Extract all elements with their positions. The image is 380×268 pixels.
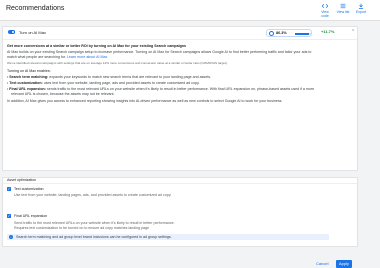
info-text: Search term matching and ad group level …	[16, 235, 172, 239]
cancel-button[interactable]: Cancel	[316, 261, 328, 266]
info-banner: i Search term matching and ad group leve…	[7, 234, 329, 240]
card-header: Turn on AI Max 86.3% +11.7% ⌃	[3, 27, 357, 40]
ai-max-toggle[interactable]	[8, 30, 15, 34]
recommendation-card: Turn on AI Max 86.3% +11.7% ⌃ Get more c…	[2, 26, 358, 171]
view-list-button[interactable]: View list	[335, 3, 351, 14]
final-url-desc-2: Requires text customization to be turned…	[14, 225, 150, 230]
enables-item-text-custom: • Text customization: uses text from you…	[7, 81, 200, 85]
score-progress-bar	[295, 33, 311, 35]
apply-button[interactable]: Apply	[336, 260, 352, 268]
score-pill: 86.3%	[266, 29, 312, 37]
score-progress-fill	[295, 33, 309, 35]
enables-heading: Turning on AI Max enables:	[7, 69, 51, 73]
score-value: 86.3%	[276, 31, 287, 36]
asset-opt-heading: Asset optimization	[7, 178, 37, 182]
final-url-checkbox[interactable]: ✓	[7, 214, 11, 218]
export-button[interactable]: Export	[353, 3, 369, 14]
final-url-label: Final URL expansion	[14, 214, 48, 218]
intro-headline: Get more conversions at a similar or bet…	[7, 44, 186, 48]
code-icon	[321, 3, 329, 9]
intro-note: We've identified relevant campaigns with…	[7, 61, 227, 65]
text-customization-desc: Use text from your website, landing page…	[14, 193, 172, 197]
enables-item-final-url-cont: relevant URL is chosen, because the asse…	[11, 91, 115, 96]
intro-line-2: match what people are searching for. Lea…	[7, 54, 108, 59]
text-customization-checkbox[interactable]: ✓	[7, 187, 11, 191]
enables-footer: In addition, AI Max gives you access to …	[7, 99, 283, 103]
divider	[3, 183, 357, 184]
download-icon	[358, 3, 364, 9]
learn-more-link[interactable]: Learn more about AI Max	[67, 55, 107, 59]
score-ring-icon	[269, 31, 274, 36]
enables-item-search-term: • Search term matching: expands your key…	[7, 75, 212, 79]
asset-optimization-card: Asset optimization ✓ Text customization …	[2, 177, 358, 247]
text-customization-label: Text customization	[14, 187, 44, 191]
page-title: Recommendations	[6, 5, 65, 12]
optimization-score: 86.3% +11.7%	[266, 28, 343, 39]
score-uplift: +11.7%	[321, 29, 335, 34]
view-code-button[interactable]: View code	[317, 3, 333, 18]
recommendation-name: Turn on AI Max	[19, 30, 46, 35]
chevron-up-icon[interactable]: ⌃	[351, 29, 355, 35]
info-icon: i	[9, 235, 13, 239]
top-bar: Recommendations View code View list Expo…	[0, 0, 380, 21]
list-icon	[340, 3, 346, 9]
